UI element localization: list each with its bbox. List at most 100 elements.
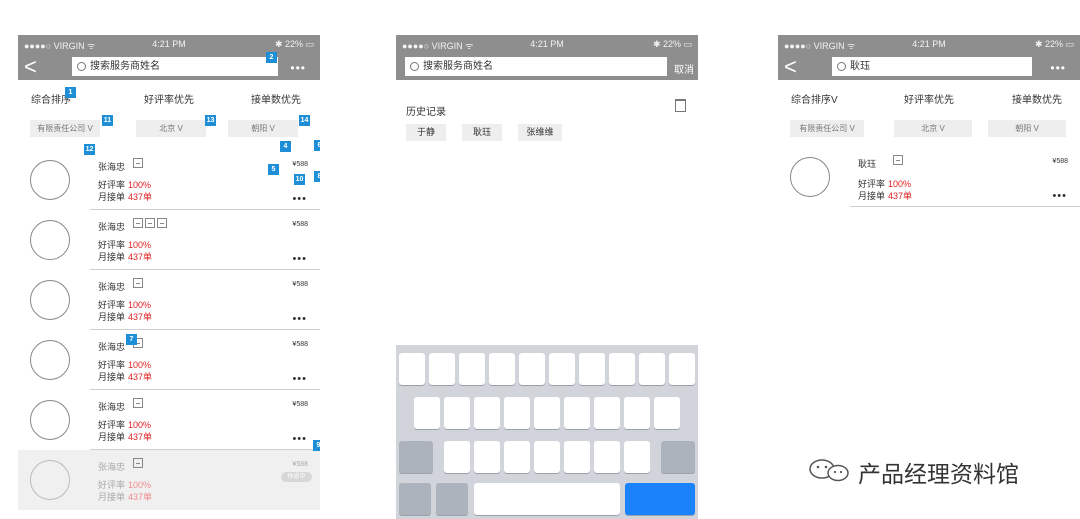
more-actions-button[interactable]: •••: [292, 253, 307, 265]
filter-city[interactable]: 北京 V: [894, 120, 972, 137]
key[interactable]: [609, 353, 635, 385]
wechat-logo-icon: [809, 459, 849, 482]
key[interactable]: [654, 397, 680, 429]
more-actions-button[interactable]: •••: [292, 313, 307, 325]
cancel-button[interactable]: 取消: [674, 61, 694, 76]
filter-district[interactable]: 朝阳 V: [988, 120, 1066, 137]
list-item-resting[interactable]: 张海忠 ¥588 休息中 好评率 100% 月接单 437单: [18, 450, 320, 510]
price: ¥588: [292, 341, 308, 348]
screen-search-history: ●●●●○ VIRGIN ᯤ 4:21 PM ✱ 22% ▭ 搜索服务商姓名 取…: [396, 35, 698, 519]
sort-rating[interactable]: 好评率优先: [904, 91, 954, 106]
list-item[interactable]: 张海忠 ¥588 好评率 100% 月接单 437单 •••: [18, 210, 320, 270]
search-input[interactable]: 搜索服务商姓名: [405, 57, 667, 76]
search-input[interactable]: 耿珏: [832, 57, 1032, 76]
screen-search-result-single: ●●●●○ VIRGIN ᯤ 4:21 PM ✱ 22% ▭ < 耿珏 ••• …: [778, 35, 1080, 215]
rating-label: 好评率: [98, 360, 126, 370]
filter-company[interactable]: 有限责任公司 V: [790, 120, 864, 137]
key[interactable]: [414, 397, 440, 429]
more-actions-button[interactable]: •••: [292, 433, 307, 445]
search-icon: [410, 62, 419, 71]
shift-key[interactable]: [399, 441, 433, 473]
globe-key[interactable]: [436, 483, 468, 515]
key[interactable]: [519, 353, 545, 385]
numbers-key[interactable]: [399, 483, 431, 515]
filter-city[interactable]: 北京 V: [136, 120, 206, 137]
list-item[interactable]: 张海忠 ¥588 好评率 100% 月接单 437单 •••: [18, 390, 320, 450]
rating-value: 100%: [128, 360, 152, 370]
space-key[interactable]: [474, 483, 620, 515]
list-item[interactable]: 张海忠 ¥588 好评率 100% 月接单 437单 •••: [18, 330, 320, 390]
resting-badge: 休息中: [281, 472, 312, 482]
tag-icon: [157, 218, 167, 228]
list-item[interactable]: 张海忠 ¥588 好评率 100% 月接单 437单 •••: [18, 150, 320, 210]
search-value: 耿珏: [850, 61, 870, 72]
key[interactable]: [564, 441, 590, 473]
key[interactable]: [459, 353, 485, 385]
list-item[interactable]: 耿珏 ¥588 好评率 100% 月接单 437单 •••: [778, 147, 1080, 207]
history-tag[interactable]: 于静: [406, 124, 446, 141]
orders-label: 月接单: [98, 192, 126, 202]
sort-orders[interactable]: 接单数优先: [251, 91, 301, 106]
key[interactable]: [549, 353, 575, 385]
search-input[interactable]: 搜索服务商姓名: [72, 57, 278, 76]
more-button[interactable]: •••: [290, 61, 306, 75]
key[interactable]: [504, 441, 530, 473]
orders-value: 437单: [128, 372, 153, 382]
search-placeholder: 搜索服务商姓名: [423, 61, 493, 72]
key[interactable]: [534, 397, 560, 429]
key[interactable]: [489, 353, 515, 385]
annotation-marker: 1: [65, 87, 76, 98]
price: ¥588: [292, 461, 308, 468]
history-tag[interactable]: 耿珏: [462, 124, 502, 141]
key[interactable]: [474, 441, 500, 473]
history-tag[interactable]: 张维维: [518, 124, 562, 141]
key[interactable]: [474, 397, 500, 429]
key[interactable]: [594, 441, 620, 473]
orders-value: 437单: [888, 191, 913, 201]
rating-value: 100%: [128, 240, 152, 250]
watermark-text: 产品经理资料馆: [858, 462, 1019, 488]
sort-orders[interactable]: 接单数优先: [1012, 91, 1062, 106]
key[interactable]: [594, 397, 620, 429]
provider-name: 张海忠: [98, 402, 126, 412]
key[interactable]: [429, 353, 455, 385]
provider-name: 张海忠: [98, 282, 126, 292]
tag-icon: [133, 278, 143, 288]
trash-icon[interactable]: [675, 99, 686, 112]
key[interactable]: [639, 353, 665, 385]
key[interactable]: [624, 441, 650, 473]
search-key[interactable]: [625, 483, 695, 515]
key[interactable]: [669, 353, 695, 385]
sort-bar: 综合排序V 好评率优先 接单数优先: [778, 91, 1080, 109]
back-button[interactable]: <: [784, 56, 797, 78]
annotation-marker: 6: [314, 140, 320, 151]
key[interactable]: [444, 441, 470, 473]
sort-composite[interactable]: 综合排序V: [791, 91, 838, 106]
more-button[interactable]: •••: [1050, 61, 1066, 75]
key[interactable]: [534, 441, 560, 473]
filter-company[interactable]: 有限责任公司 V: [30, 120, 100, 137]
key[interactable]: [624, 397, 650, 429]
key[interactable]: [579, 353, 605, 385]
tag-icons: [133, 398, 145, 416]
orders-stat: 月接单 437单: [98, 250, 152, 263]
orders-stat: 月接单 437单: [98, 430, 152, 443]
key[interactable]: [504, 397, 530, 429]
more-actions-button[interactable]: •••: [292, 193, 307, 205]
more-actions-button[interactable]: •••: [292, 373, 307, 385]
back-button[interactable]: <: [24, 56, 37, 78]
orders-label: 月接单: [98, 312, 126, 322]
key[interactable]: [564, 397, 590, 429]
more-actions-button[interactable]: •••: [1052, 190, 1067, 202]
delete-key[interactable]: [661, 441, 695, 473]
price: ¥588: [292, 281, 308, 288]
nav-bar: ●●●●○ VIRGIN ᯤ 4:21 PM ✱ 22% ▭ 搜索服务商姓名 取…: [396, 35, 698, 80]
rating-label: 好评率: [98, 420, 126, 430]
provider-name: 张海忠: [98, 162, 126, 172]
key[interactable]: [399, 353, 425, 385]
list-item[interactable]: 张海忠 ¥588 好评率 100% 月接单 437单 •••: [18, 270, 320, 330]
filter-district[interactable]: 朝阳 V: [228, 120, 298, 137]
sort-rating[interactable]: 好评率优先: [144, 91, 194, 106]
key[interactable]: [444, 397, 470, 429]
status-bar: ●●●●○ VIRGIN ᯤ 4:21 PM ✱ 22% ▭: [396, 35, 698, 53]
